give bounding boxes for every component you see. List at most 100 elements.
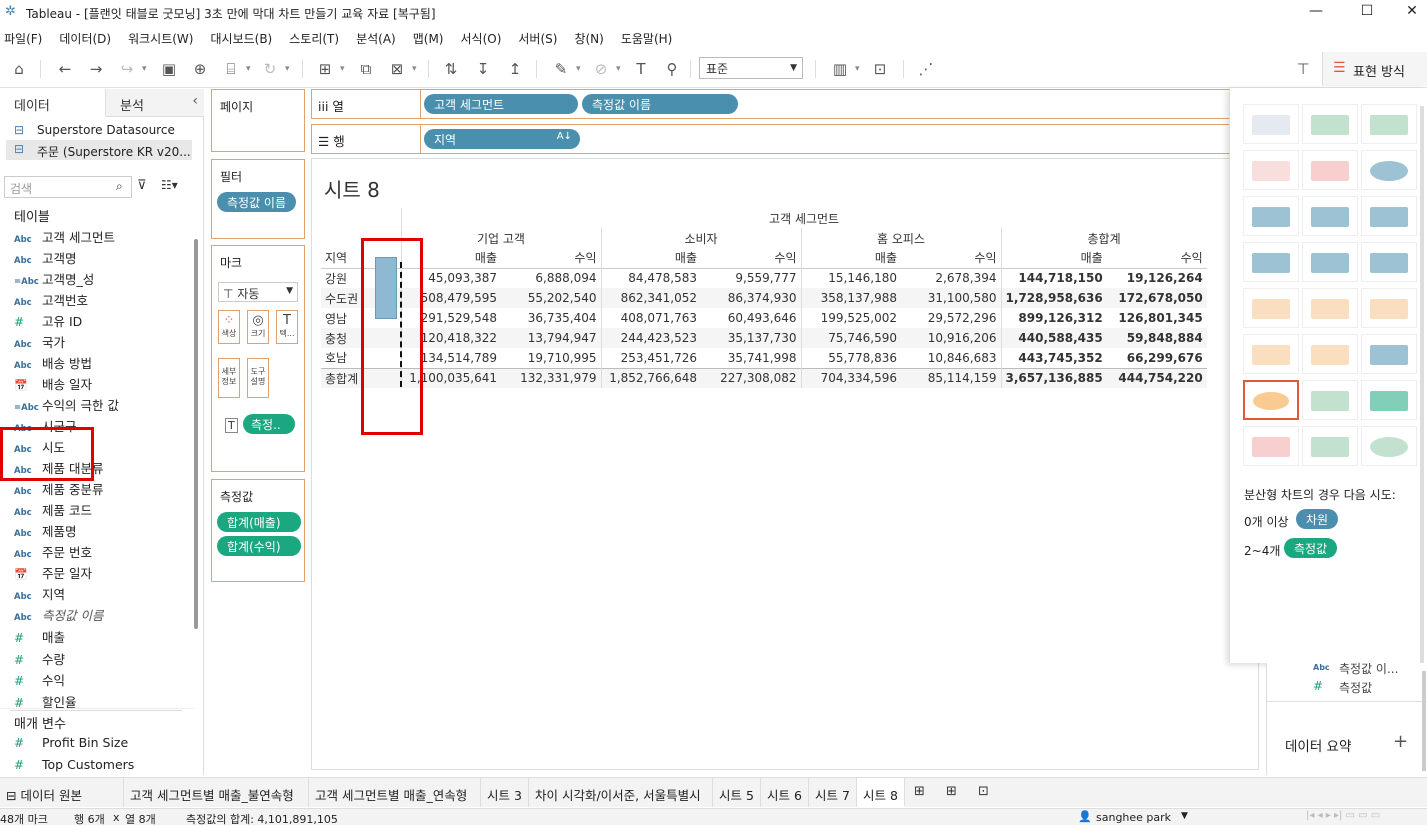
area-continuous-icon[interactable]: [1243, 334, 1299, 374]
field-item[interactable]: Abc 측정값 이름: [14, 605, 194, 626]
new-dashboard-icon[interactable]: ⊞: [946, 784, 957, 799]
columns-shelf[interactable]: iii 열 고객 세그먼트 측정값 이름: [311, 89, 1229, 119]
redo-icon[interactable]: →: [85, 58, 107, 80]
tooltip-button[interactable]: 도구 설명: [247, 358, 269, 398]
replay-icon[interactable]: ↪: [116, 58, 138, 80]
field-item[interactable]: Abc 제품 코드: [14, 500, 194, 521]
filter-pill-measure-names[interactable]: 측정값 이름: [217, 192, 297, 212]
refresh-icon[interactable]: ↻: [259, 58, 281, 80]
tab-data[interactable]: 데이터: [0, 89, 106, 117]
measure-item[interactable]: # 수익: [14, 670, 194, 691]
size-button[interactable]: ◎ 크기: [247, 310, 269, 344]
field-item[interactable]: # 고유 ID: [14, 311, 194, 332]
pie-chart-icon[interactable]: [1361, 150, 1417, 190]
parameter-item[interactable]: # Profit Bin Size: [14, 735, 194, 756]
swap-icon[interactable]: ⇅: [440, 58, 462, 80]
fit-icon[interactable]: ▥: [829, 58, 851, 80]
label-icon[interactable]: T: [630, 58, 652, 80]
marks-text-pill[interactable]: 측정..: [243, 414, 295, 434]
search-input[interactable]: 검색: [4, 176, 132, 198]
tab-sheet[interactable]: 고객 세그먼트별 매출_불연속형: [124, 778, 309, 807]
field-item[interactable]: =Abc 고객명_성: [14, 269, 194, 290]
menu-analysis[interactable]: 분석(A): [356, 26, 396, 47]
tab-sheet[interactable]: 시트 7: [809, 778, 857, 807]
undo-icon[interactable]: ←: [54, 58, 76, 80]
add-icon[interactable]: +: [1393, 731, 1408, 752]
filters-card[interactable]: 필터 측정값 이름: [211, 159, 305, 239]
line-discrete-icon[interactable]: [1302, 288, 1358, 328]
tab-sheet[interactable]: 시트 3: [481, 778, 529, 807]
menu-file[interactable]: 파일(F): [4, 26, 42, 47]
field-item[interactable]: Abc 고객번호: [14, 290, 194, 311]
menu-story[interactable]: 스토리(T): [289, 26, 339, 47]
data-summary-header[interactable]: 데이터 요약: [1285, 735, 1351, 755]
scrollbar[interactable]: [194, 239, 198, 629]
scatter-plot-icon[interactable]: [1243, 380, 1299, 420]
highlight-table-icon[interactable]: [1361, 104, 1417, 144]
label-button[interactable]: T 텍...: [276, 310, 298, 344]
pager-icon[interactable]: |◂ ◂ ▸ ▸| ▭ ▭ ▭: [1306, 810, 1380, 821]
new-sheet-icon[interactable]: ⊞: [314, 58, 336, 80]
field-item[interactable]: 📅 주문 일자: [14, 563, 194, 584]
menu-server[interactable]: 서버(S): [518, 26, 557, 47]
measure-pill-sales[interactable]: 합계(매출): [217, 512, 301, 532]
share-icon[interactable]: ⋰: [915, 58, 937, 80]
new-story-icon[interactable]: ⊡: [978, 784, 989, 799]
text-table-icon[interactable]: [1243, 104, 1299, 144]
new-datasource-icon[interactable]: ⊕: [189, 58, 211, 80]
measure-item[interactable]: # 매출: [14, 627, 194, 648]
field-item[interactable]: 📅 배송 일자: [14, 374, 194, 395]
tab-sheet-active[interactable]: 시트 8: [857, 778, 905, 807]
show-me-button[interactable]: ☰ 표현 방식: [1322, 52, 1427, 86]
measure-pill-profit[interactable]: 합계(수익): [217, 536, 301, 556]
field-item[interactable]: =Abc 수익의 극한 값: [14, 395, 194, 416]
field-item[interactable]: Abc 지역: [14, 584, 194, 605]
datasource-2[interactable]: 주문 (Superstore KR v20...: [37, 143, 191, 160]
menu-window[interactable]: 창(N): [574, 26, 603, 47]
new-worksheet-icon[interactable]: ⊞: [914, 784, 925, 799]
row-pill-region[interactable]: 지역 A↓: [424, 129, 580, 149]
datasource-1[interactable]: Superstore Datasource: [37, 123, 175, 137]
measure-item[interactable]: # 수량: [14, 649, 194, 670]
column-pill-segment[interactable]: 고객 세그먼트: [424, 94, 578, 114]
tab-sheet[interactable]: 시트 5: [713, 778, 761, 807]
pages-card[interactable]: 페이지: [211, 89, 305, 152]
box-whisker-icon[interactable]: [1361, 380, 1417, 420]
menu-worksheet[interactable]: 워크시트(W): [128, 26, 193, 47]
stacked-bar-icon[interactable]: [1302, 196, 1358, 236]
view-size-select[interactable]: 표준 ▼: [699, 57, 803, 79]
pause-updates-icon[interactable]: ⌸: [220, 58, 242, 80]
menu-data[interactable]: 데이터(D): [59, 26, 111, 47]
tooltip-icon[interactable]: ⊤: [1292, 58, 1314, 80]
menu-map[interactable]: 맵(M): [413, 26, 444, 47]
duplicate-icon[interactable]: ⧉: [355, 58, 377, 80]
symbol-map-icon[interactable]: [1243, 150, 1299, 190]
highlight-icon[interactable]: ✎: [550, 58, 572, 80]
field-item[interactable]: Abc 국가: [14, 332, 194, 353]
filled-map-icon[interactable]: [1302, 150, 1358, 190]
view-options-icon[interactable]: ☷▾: [161, 178, 178, 192]
area-discrete-icon[interactable]: [1302, 334, 1358, 374]
pin-icon[interactable]: ⚲: [661, 58, 683, 80]
field-item[interactable]: Abc 주문 번호: [14, 542, 194, 563]
sort-asc-icon[interactable]: ↧: [472, 58, 494, 80]
minimize-button[interactable]: —: [1301, 3, 1331, 19]
measure-names-item[interactable]: 측정값 이...: [1339, 660, 1398, 677]
side-by-side-circle-icon[interactable]: [1361, 242, 1417, 282]
bullet-icon[interactable]: [1302, 426, 1358, 466]
menu-format[interactable]: 서식(O): [461, 26, 502, 47]
marks-type-select[interactable]: ⊤ 자동 ▼: [218, 282, 298, 302]
parameter-item[interactable]: # Top Customers: [14, 757, 194, 778]
home-icon[interactable]: ⌂: [8, 58, 30, 80]
column-pill-measure-names[interactable]: 측정값 이름: [582, 94, 738, 114]
tab-sheet[interactable]: 시트 6: [761, 778, 809, 807]
circle-view-icon[interactable]: [1302, 242, 1358, 282]
color-button[interactable]: ⁘ 색상: [218, 310, 240, 344]
group-icon[interactable]: ⊘: [590, 58, 612, 80]
status-user[interactable]: sanghee park: [1096, 811, 1171, 824]
field-item[interactable]: Abc 배송 방법: [14, 353, 194, 374]
rows-shelf[interactable]: ☰ 행 지역 A↓: [311, 124, 1229, 154]
maximize-button[interactable]: ☐: [1352, 3, 1382, 19]
field-item[interactable]: Abc 고객명: [14, 248, 194, 269]
line-continuous-icon[interactable]: [1243, 288, 1299, 328]
